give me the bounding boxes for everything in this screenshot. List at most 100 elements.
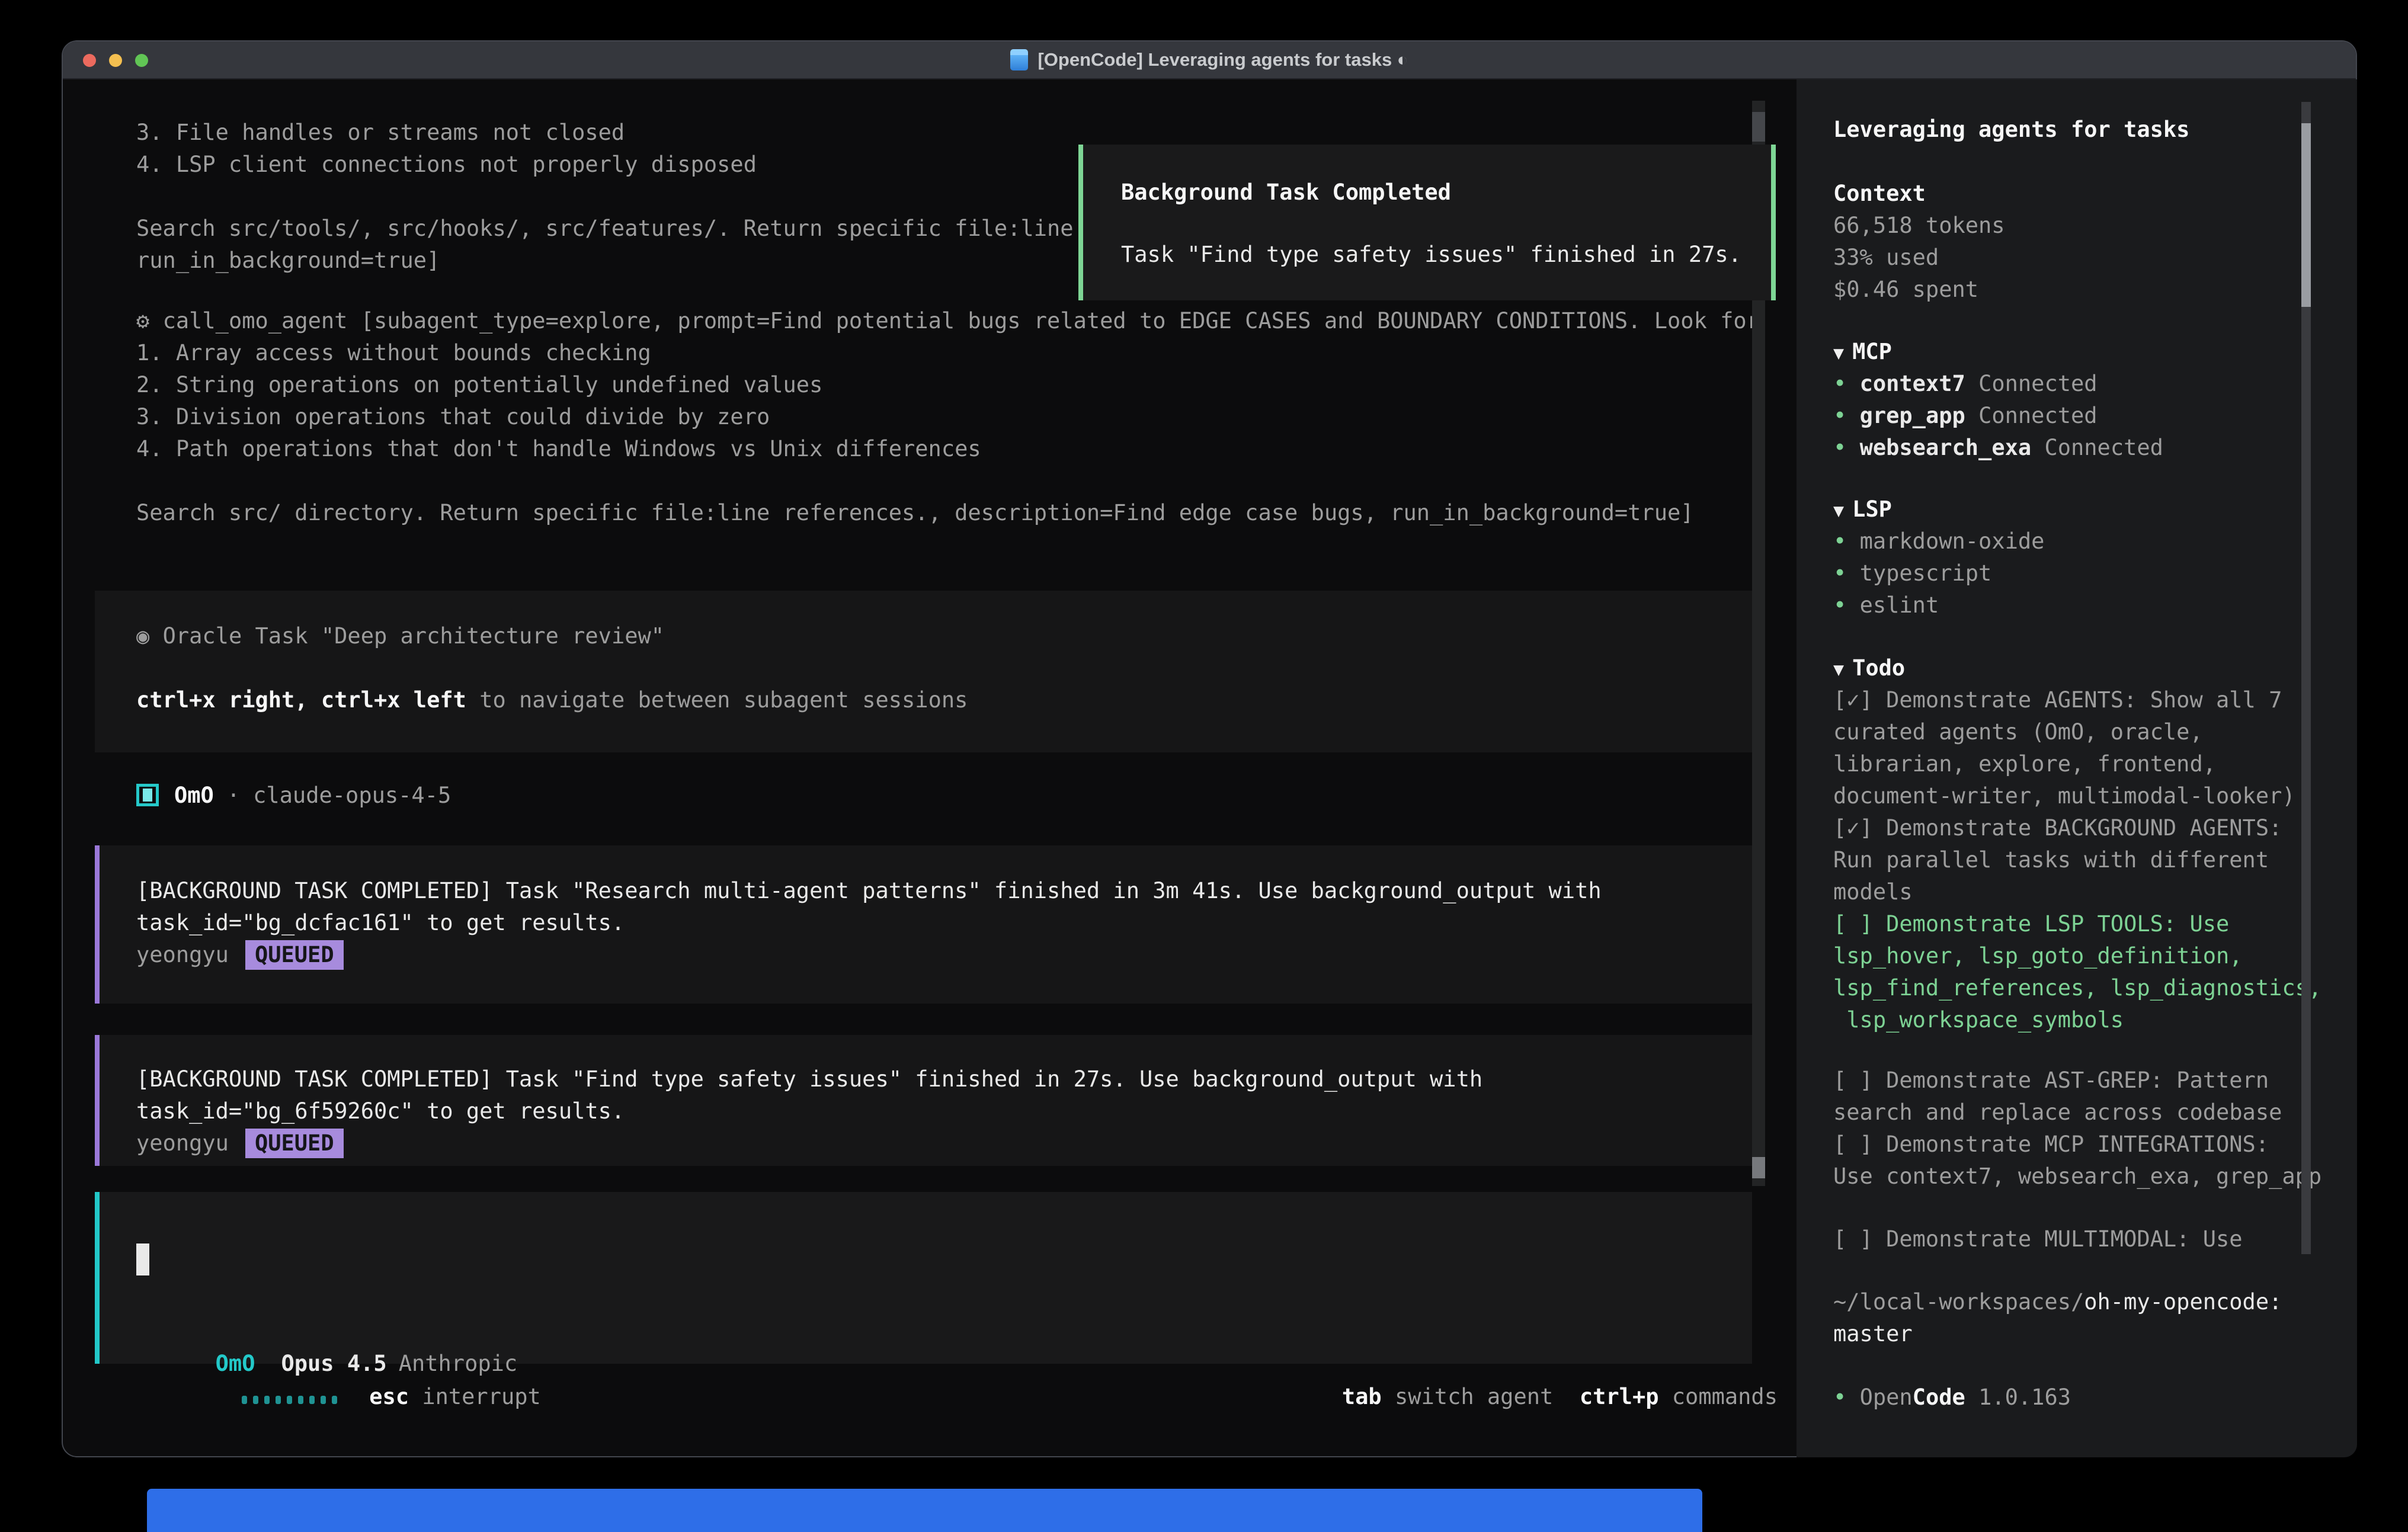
tool-call-line: Search src/ directory. Return specific f…: [136, 497, 1760, 529]
mcp-item: • context7 Connected: [1833, 368, 2357, 400]
agent-model: claude-opus-4-5: [253, 783, 451, 808]
oracle-task-box: ◉ Oracle Task "Deep architecture review"…: [95, 591, 1752, 752]
workspace-section: ~/local-workspaces/oh-my-opencode: maste…: [1833, 1286, 2357, 1350]
todo-done-line: models: [1833, 876, 2357, 908]
status-badge: QUEUED: [245, 1129, 344, 1158]
toast-title: Background Task Completed: [1121, 177, 1738, 209]
minimize-button[interactable]: [109, 54, 122, 67]
status-dot-icon: •: [1833, 592, 1846, 618]
lsp-item: • markdown-oxide: [1833, 525, 2357, 557]
title-bar: [OpenCode] Leveraging agents for tasks ◐: [63, 41, 2356, 79]
todo-pending-line: [ ] Demonstrate MULTIMODAL: Use: [1833, 1223, 2357, 1255]
scrollbar-thumb-bottom[interactable]: [1752, 1157, 1765, 1178]
tool-call-item: 3. Division operations that could divide…: [136, 401, 1760, 433]
chevron-down-icon: ▼: [1833, 343, 1844, 364]
todo-done-line: [✓] Demonstrate AGENTS: Show all 7: [1833, 684, 2357, 716]
mcp-item: • websearch_exa Connected: [1833, 432, 2357, 464]
session-sidebar: Leveraging agents for tasks Context 66,5…: [1797, 79, 2357, 1457]
esc-key-label: interrupt: [422, 1384, 540, 1409]
output-line: 4. LSP client connections not properly d…: [136, 149, 1074, 181]
tab-key-label: switch agent: [1395, 1384, 1553, 1409]
lsp-section: ▼LSP • markdown-oxide • typescript • esl…: [1833, 493, 2357, 621]
mcp-section: ▼MCP • context7 Connected • grep_app Con…: [1833, 336, 2357, 464]
todo-section: ▼Todo [✓] Demonstrate AGENTS: Show all 7…: [1833, 652, 2357, 1255]
status-left: esc interrupt: [136, 1358, 541, 1435]
chevron-down-icon: ▼: [1833, 501, 1844, 521]
sidebar-scrollbar-thumb[interactable]: [2301, 123, 2311, 307]
activity-dots: [136, 1358, 343, 1435]
mcp-section-header[interactable]: ▼MCP: [1833, 336, 2357, 368]
status-dot-icon: •: [1833, 560, 1846, 586]
status-dot-icon: •: [1833, 403, 1846, 428]
context-section: Context 66,518 tokens 33% used $0.46 spe…: [1833, 178, 2357, 306]
background-task-message: [BACKGROUND TASK COMPLETED] Task "Resear…: [95, 845, 1752, 1004]
context-heading: Context: [1833, 178, 2357, 210]
tool-call-line: ⚙ call_omo_agent [subagent_type=explore,…: [136, 305, 1760, 337]
ctrlp-key-label: commands: [1672, 1384, 1778, 1409]
document-icon: [1010, 49, 1028, 70]
toast-body: Task "Find type safety issues" finished …: [1121, 239, 1738, 271]
tool-call-item: 4. Path operations that don't handle Win…: [136, 433, 1760, 465]
todo-done-line: curated agents (OmO, oracle,: [1833, 716, 2357, 748]
version-row: • OpenCode 1.0.163: [1833, 1382, 2357, 1414]
tool-call-item: 1. Array access without bounds checking: [136, 337, 1760, 369]
workspace-path: ~/local-workspaces/oh-my-opencode:: [1833, 1286, 2357, 1318]
context-spent: $0.46 spent: [1833, 274, 2357, 306]
todo-active-line: lsp_workspace_symbols: [1833, 1004, 2357, 1036]
agent-omo-icon: [136, 784, 159, 806]
lsp-item: • typescript: [1833, 557, 2357, 589]
author-name: yeongyu: [136, 942, 229, 967]
todo-done-line: [✓] Demonstrate BACKGROUND AGENTS:: [1833, 812, 2357, 844]
close-button[interactable]: [83, 54, 96, 67]
workspace-branch: master: [1833, 1318, 2357, 1350]
message-line: task_id="bg_dcfac161" to get results.: [136, 907, 1752, 939]
context-used: 33% used: [1833, 242, 2357, 274]
oracle-task-title: ◉ Oracle Task "Deep architecture review": [136, 620, 1752, 652]
agent-name: OmO: [174, 783, 214, 808]
status-badge: QUEUED: [245, 940, 344, 970]
text-cursor: [136, 1243, 149, 1275]
author-name: yeongyu: [136, 1130, 229, 1156]
tool-call-item: 2. String operations on potentially unde…: [136, 369, 1760, 401]
record-icon: ◉: [136, 623, 149, 649]
output-line: [136, 181, 1074, 213]
context-tokens: 66,518 tokens: [1833, 210, 2357, 242]
sidebar-scrollbar[interactable]: [2301, 102, 2311, 1254]
background-task-message: [BACKGROUND TASK COMPLETED] Task "Find t…: [95, 1035, 1752, 1166]
scrollbar-thumb-top[interactable]: [1752, 112, 1765, 142]
todo-pending-line: Use context7, websearch_exa, grep_app: [1833, 1161, 2357, 1193]
zoom-button[interactable]: [135, 54, 148, 67]
message-line: task_id="bg_6f59260c" to get results.: [136, 1095, 1752, 1127]
chevron-down-icon: ▼: [1833, 659, 1844, 680]
background-task-toast: Background Task Completed Task "Find typ…: [1078, 145, 1776, 300]
gear-icon: ⚙: [136, 308, 149, 334]
oracle-task-hint: ctrl+x right, ctrl+x left to navigate be…: [136, 684, 1752, 716]
status-dot-icon: •: [1833, 1384, 1846, 1410]
mcp-item: • grep_app Connected: [1833, 400, 2357, 432]
tab-key-hint: tab: [1342, 1384, 1382, 1409]
esc-key-hint: esc: [369, 1384, 409, 1409]
prompt-input[interactable]: OmOOpus 4.5Anthropic: [95, 1192, 1752, 1364]
todo-pending-line: [ ] Demonstrate MCP INTEGRATIONS:: [1833, 1129, 2357, 1161]
session-title: Leveraging agents for tasks: [1833, 114, 2357, 146]
status-dot-icon: •: [1833, 435, 1846, 460]
output-line: Search src/tools/, src/hooks/, src/featu…: [136, 213, 1074, 245]
lsp-section-header[interactable]: ▼LSP: [1833, 493, 2357, 525]
todo-done-line: document-writer, multimodal-looker): [1833, 780, 2357, 812]
traffic-lights: [83, 41, 148, 79]
ctrlp-key-hint: ctrl+p: [1580, 1384, 1659, 1409]
status-dot-icon: •: [1833, 528, 1846, 554]
output-line: 3. File handles or streams not closed: [136, 117, 1074, 149]
desktop-accent-strip: [147, 1489, 1702, 1532]
todo-active-line: [ ] Demonstrate LSP TOOLS: Use: [1833, 908, 2357, 940]
todo-active-line: lsp_hover, lsp_goto_definition,: [1833, 940, 2357, 972]
separator-dot: ·: [227, 783, 240, 808]
tool-call-block: ⚙ call_omo_agent [subagent_type=explore,…: [136, 305, 1760, 529]
lsp-item: • eslint: [1833, 589, 2357, 621]
message-meta: yeongyu QUEUED: [136, 939, 1752, 971]
input-status-row: OmOOpus 4.5Anthropic: [136, 1316, 517, 1348]
todo-done-line: librarian, explore, frontend,: [1833, 748, 2357, 780]
todo-pending-line: search and replace across codebase: [1833, 1097, 2357, 1129]
output-line: run_in_background=true]: [136, 245, 1074, 277]
todo-section-header[interactable]: ▼Todo: [1833, 652, 2357, 684]
